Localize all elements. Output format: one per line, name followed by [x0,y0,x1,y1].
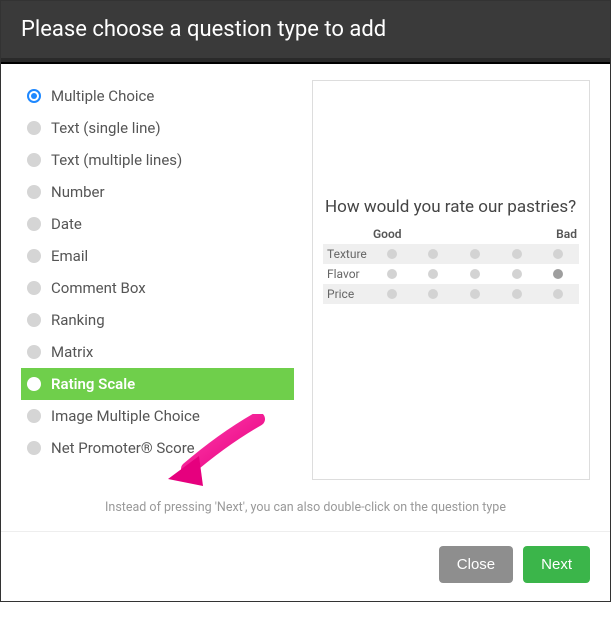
radio-icon [27,377,41,391]
type-option-ranking[interactable]: Ranking [21,304,294,336]
radio-icon [27,185,41,199]
type-option-nps[interactable]: Net Promoter® Score [21,432,294,464]
scale-row-label: Texture [323,247,371,261]
preview-title: How would you rate our pastries? [323,197,579,217]
type-option-label: Rating Scale [51,375,135,393]
close-button[interactable]: Close [439,546,513,583]
modal-body: Multiple Choice Text (single line) Text (m… [1,62,610,490]
radio-icon [27,345,41,359]
scale-row: Price [323,284,579,304]
radio-icon [27,153,41,167]
type-option-label: Comment Box [51,279,146,297]
modal-header: Please choose a question type to add [1,1,610,62]
question-type-list: Multiple Choice Text (single line) Text (m… [21,80,294,480]
scale-dot[interactable] [553,269,563,279]
scale-dot[interactable] [512,249,522,259]
radio-icon [27,217,41,231]
scale-row-label: Price [323,287,371,301]
scale-dot[interactable] [470,269,480,279]
question-type-modal: Please choose a question type to add Mul… [0,0,611,602]
scale-label-right: Bad [537,227,579,241]
radio-icon [27,121,41,135]
type-option-email[interactable]: Email [21,240,294,272]
type-option-label: Net Promoter® Score [51,439,195,457]
type-option-label: Email [51,247,88,265]
scale-row: Flavor [323,264,579,284]
radio-icon [27,281,41,295]
type-option-label: Ranking [51,311,105,329]
scale-dot[interactable] [470,289,480,299]
scale-dot[interactable] [512,269,522,279]
scale-dot[interactable] [512,289,522,299]
type-option-label: Number [51,183,105,201]
type-option-label: Multiple Choice [51,87,154,105]
type-option-matrix[interactable]: Matrix [21,336,294,368]
scale-dot[interactable] [428,269,438,279]
radio-icon [27,249,41,263]
type-option-text-multi[interactable]: Text (multiple lines) [21,144,294,176]
scale-dot[interactable] [387,249,397,259]
type-option-image-mc[interactable]: Image Multiple Choice [21,400,294,432]
radio-icon [27,409,41,423]
type-option-multiple-choice[interactable]: Multiple Choice [21,80,294,112]
scale-dot[interactable] [428,249,438,259]
scale-header: Good Bad [323,227,579,241]
scale-dot[interactable] [553,289,563,299]
scale-rows: Texture Flavor Price [323,244,579,304]
scale-dot[interactable] [553,249,563,259]
scale-dot[interactable] [387,289,397,299]
radio-icon [27,89,41,103]
type-option-label: Image Multiple Choice [51,407,200,425]
type-option-label: Text (multiple lines) [51,151,182,169]
hint-text: Instead of pressing 'Next', you can also… [1,490,610,531]
next-button[interactable]: Next [523,546,590,583]
type-option-label: Matrix [51,343,93,361]
modal-footer: Close Next [1,531,610,601]
type-option-number[interactable]: Number [21,176,294,208]
scale-row: Texture [323,244,579,264]
type-option-comment-box[interactable]: Comment Box [21,272,294,304]
radio-icon [27,313,41,327]
type-option-rating-scale[interactable]: Rating Scale [21,368,294,400]
modal-title: Please choose a question type to add [21,17,386,42]
scale-label-left: Good [371,227,454,241]
scale-row-label: Flavor [323,267,371,281]
preview-panel: How would you rate our pastries? Good Ba… [312,80,590,480]
type-option-label: Text (single line) [51,119,161,137]
scale-dot[interactable] [470,249,480,259]
scale-dot[interactable] [428,289,438,299]
type-option-text-single[interactable]: Text (single line) [21,112,294,144]
scale-dot[interactable] [387,269,397,279]
type-option-date[interactable]: Date [21,208,294,240]
preview-content: How would you rate our pastries? Good Ba… [323,197,579,304]
radio-icon [27,441,41,455]
type-option-label: Date [51,215,82,233]
